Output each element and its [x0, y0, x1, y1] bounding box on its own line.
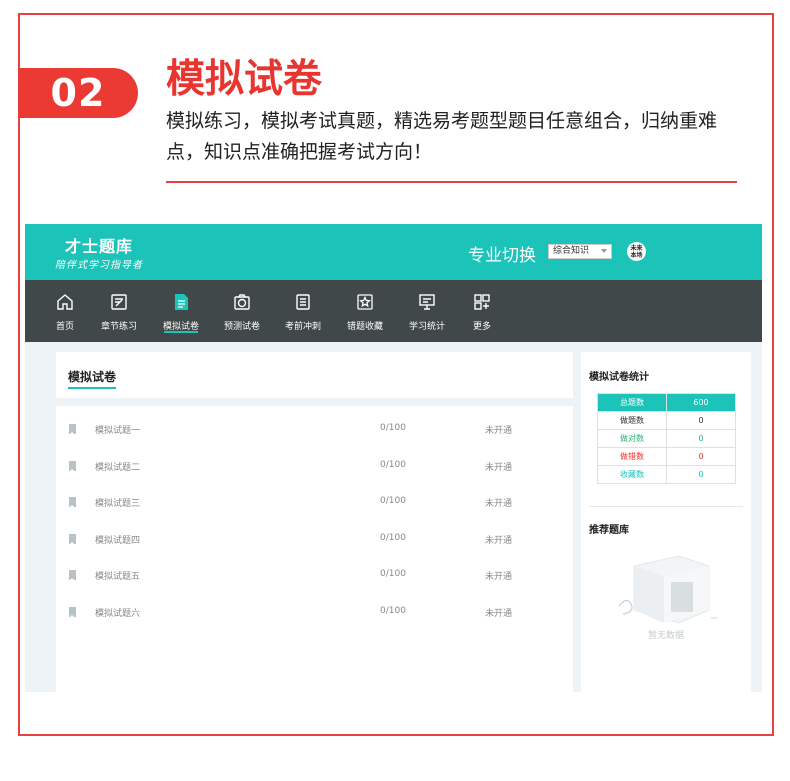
paper-status: 未开通 [485, 462, 513, 473]
empty-state-text: 暂无数据 [647, 631, 684, 641]
mock-exam-header-panel: 模拟试卷 [56, 352, 573, 398]
main-nav: 首页 章节练习 模拟试卷 预测试卷 考前冲刺 错题收藏 学习统计 更多 [25, 280, 762, 342]
nav-label: 错题收藏 [346, 322, 383, 332]
section-divider [166, 181, 737, 183]
nav-active-indicator [164, 331, 198, 333]
paper-status: 未开通 [485, 572, 513, 583]
app-screenshot: 才士题库 陪伴式学习指导者 专业切换 综合知识 未来 本场 首页 章节练习 模拟… [25, 224, 762, 692]
paper-score: 0/100 [380, 459, 406, 470]
nav-item-more[interactable]: 更多 [452, 280, 512, 342]
stats-value: 0 [666, 429, 736, 448]
paper-row[interactable]: 模拟试题二 0/100 未开通 [56, 447, 573, 483]
paper-status: 未开通 [485, 535, 513, 546]
stats-value: 0 [666, 411, 736, 430]
paper-name[interactable]: 模拟试题四 [95, 533, 140, 546]
nav-item-wrong-favorites[interactable]: 错题收藏 [335, 280, 395, 342]
nav-item-final-sprint[interactable]: 考前冲刺 [273, 280, 333, 342]
nav-label: 学习统计 [408, 322, 445, 332]
paper-status: 未开通 [485, 609, 513, 619]
paper-row[interactable]: 模拟试题五 0/100 未开通 [56, 556, 573, 592]
paper-status: 未开通 [485, 426, 513, 436]
paper-status: 未开通 [485, 499, 513, 510]
stats-value: 0 [666, 447, 736, 466]
stats-row: 做对数 0 [597, 429, 736, 448]
nav-item-home[interactable]: 首页 [35, 280, 95, 342]
stats-row: 做题数 0 [597, 411, 736, 430]
paper-row[interactable]: 模拟试题一 0/100 未开通 [56, 410, 573, 446]
nav-label: 首页 [55, 322, 74, 332]
stats-title: 模拟试卷统计 [589, 372, 649, 383]
paper-name[interactable]: 模拟试题三 [95, 496, 140, 509]
stats-value: 600 [666, 393, 736, 412]
section-description: 模拟练习，模拟考试真题，精选易考题型题目任意组合，归纳重难点，知识点准确把握考试… [166, 110, 718, 163]
grid-plus-icon [474, 294, 490, 310]
mock-exam-list: 模拟试题一 0/100 未开通 模拟试题二 0/100 未开通 模拟试题三 0/100 未开通模… [56, 406, 573, 692]
avatar-text: 未来 本场 [630, 245, 643, 259]
stats-value: 0 [666, 465, 736, 484]
app-topbar: 才士题库 陪伴式学习指导者 专业切换 综合知识 未来 本场 [25, 224, 762, 280]
paper-row[interactable]: 模拟试题四 0/100 未开通 [56, 520, 573, 556]
stats-label: 总题数 [597, 393, 667, 412]
stats-label: 收藏数 [597, 465, 667, 484]
nav-label: 更多 [472, 322, 491, 332]
stats-label: 做对数 [597, 429, 667, 448]
nav-item-forecast-exam[interactable]: 预测试卷 [212, 280, 272, 342]
paper-name[interactable]: 模拟试题一 [95, 423, 140, 436]
paper-name[interactable]: 模拟试题六 [95, 606, 140, 619]
bookmark-icon [69, 533, 76, 545]
major-select-value: 综合知识 [553, 246, 590, 256]
nav-item-chapter-practice[interactable]: 章节练习 [89, 280, 149, 342]
bookmark-icon [69, 497, 76, 509]
paper-score: 0/100 [380, 532, 406, 543]
star-icon [357, 294, 373, 310]
section-number-badge: 02 [18, 68, 138, 118]
home-icon [57, 294, 73, 310]
list-icon [296, 294, 310, 310]
stats-label: 做题数 [597, 411, 667, 430]
paper-score: 0/100 [380, 496, 406, 507]
paper-name[interactable]: 模拟试题二 [95, 460, 140, 473]
camera-icon [234, 294, 250, 310]
app-slogan: 陪伴式学习指导者 [55, 260, 143, 271]
stats-row: 做错数 0 [597, 447, 736, 466]
nav-label: 考前冲刺 [284, 322, 321, 332]
paper-row[interactable]: 模拟试题六 0/100 未开通 [56, 593, 573, 629]
edit-icon [111, 294, 127, 310]
paper-row[interactable]: 模拟试题三 0/100 未开通 [56, 483, 573, 519]
major-switch-label: 专业切换 [468, 246, 536, 266]
bookmark-icon [69, 424, 76, 435]
document-icon [175, 294, 188, 310]
paper-name[interactable]: 模拟试题五 [95, 569, 140, 582]
paper-score: 0/100 [380, 423, 406, 433]
empty-box-icon [618, 555, 717, 624]
nav-label: 预测试卷 [223, 322, 260, 332]
stats-row: 总题数 600 [597, 393, 736, 412]
presentation-icon [419, 294, 435, 310]
section-title: 模拟试卷 [166, 57, 323, 102]
chevron-down-icon [601, 249, 607, 253]
paper-score: 0/100 [380, 606, 406, 616]
major-select[interactable]: 综合知识 [548, 244, 612, 259]
panel-title-underline [68, 387, 116, 389]
avatar[interactable]: 未来 本场 [627, 242, 646, 261]
paper-score: 0/100 [380, 569, 406, 580]
app-logo[interactable]: 才士题库 [65, 233, 133, 257]
nav-label: 章节练习 [100, 322, 137, 332]
bookmark-icon [69, 607, 76, 618]
stats-side-panel: 模拟试卷统计 总题数 600 做题数 0 做对数 0 做错数 0 收藏数 0 推荐题库 暂无数据 [581, 352, 751, 692]
bookmark-icon [69, 570, 76, 582]
nav-item-mock-exam[interactable]: 模拟试卷 [151, 280, 211, 342]
panel-title: 模拟试卷 [68, 370, 117, 384]
stats-label: 做错数 [597, 447, 667, 466]
side-divider [589, 506, 743, 507]
nav-item-study-stats[interactable]: 学习统计 [397, 280, 457, 342]
stats-table: 总题数 600 做题数 0 做对数 0 做错数 0 收藏数 0 [597, 393, 736, 484]
recommend-title: 推荐题库 [589, 525, 629, 536]
stats-row: 收藏数 0 [597, 465, 736, 484]
bookmark-icon [69, 460, 76, 472]
